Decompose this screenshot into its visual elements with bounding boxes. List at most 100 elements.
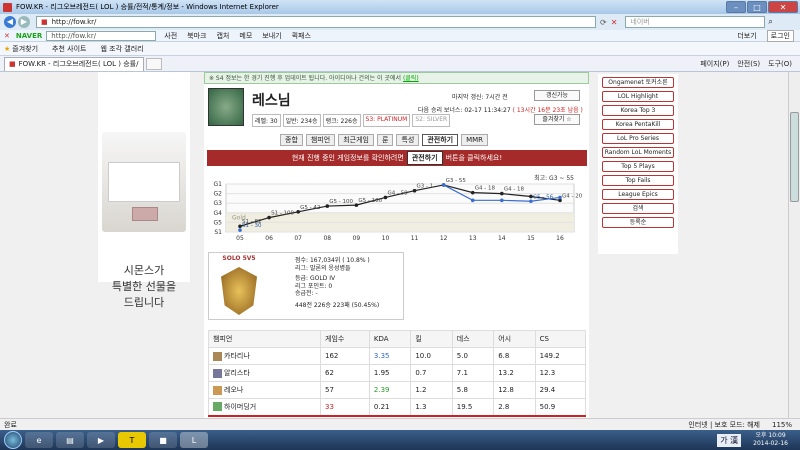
header-assists[interactable]: 어시 xyxy=(493,330,536,348)
nav-top5-plays[interactable]: Top 5 Plays xyxy=(602,161,674,172)
search-icon[interactable]: ⌕ xyxy=(768,17,772,27)
notice-bar: ※ S4 정보는 한 경기 진행 후 업데이트 됩니다. 아이디어나 건의는 이… xyxy=(204,72,589,84)
new-tab-button[interactable] xyxy=(146,57,162,70)
nav-korea-top3[interactable]: Korea Top 3 xyxy=(602,105,674,116)
tab-spectate[interactable]: 관전하기 xyxy=(422,134,459,146)
header-kills[interactable]: 킬 xyxy=(410,330,453,348)
safety-menu[interactable]: 안전(S) xyxy=(737,59,760,69)
login-button[interactable]: 로그인 xyxy=(766,29,794,42)
nav-register-order[interactable]: 등록순 xyxy=(602,217,674,228)
nav-league-epics[interactable]: League Epics xyxy=(602,189,674,200)
window-title: FOW.KR - 리그오브레전드( LOL ) 승률/전적/통계/정보 - Wi… xyxy=(16,3,279,11)
tab-recent-games[interactable]: 최근게임 xyxy=(338,134,374,146)
nav-search[interactable]: 검색 xyxy=(602,203,674,214)
maximize-button[interactable]: □ xyxy=(747,1,767,13)
champion-icon xyxy=(213,402,222,412)
memo-button[interactable]: 메모 xyxy=(239,31,252,41)
chart-data-label: G5 - 56 xyxy=(533,194,554,200)
more-button[interactable]: 더보기 xyxy=(737,31,756,41)
dict-button[interactable]: 사전 xyxy=(164,31,177,41)
bookmark-button[interactable]: 북마크 xyxy=(187,31,206,41)
favorite-button[interactable]: 즐겨찾기 ☆ xyxy=(534,114,580,125)
back-icon[interactable]: ◀ xyxy=(4,16,16,28)
capture-button[interactable]: 캡처 xyxy=(216,31,229,41)
zone-text: 인터넷 | 보호 모드: 해제 xyxy=(688,420,760,429)
chart-data-point xyxy=(470,198,475,203)
nav-random-moments[interactable]: Random LoL Moments xyxy=(602,147,674,158)
send-button[interactable]: 보내기 xyxy=(262,31,281,41)
address-bar: ◀ ▶ ■ http://fow.kr/ ⟳ ✕ 네이버 ⌕ xyxy=(0,14,800,30)
header-deaths[interactable]: 데스 xyxy=(451,330,495,348)
ie-taskbar-icon[interactable]: e xyxy=(25,432,53,448)
search-input[interactable]: 네이버 xyxy=(625,16,766,28)
table-row[interactable]: 하이머딩거 33 0.21 1.3 19.5 2.8 50.9 xyxy=(208,398,587,416)
chart-x-tick-label: 07 xyxy=(294,235,302,242)
tools-menu[interactable]: 도구(O) xyxy=(768,59,792,69)
header-games[interactable]: 게임수 xyxy=(320,330,370,348)
nav-lol-highlight[interactable]: LOL Highlight xyxy=(602,91,674,102)
tab-masteries[interactable]: 특성 xyxy=(396,134,420,146)
nav-korea-pentakill[interactable]: Korea PentaKill xyxy=(602,119,674,130)
explorer-taskbar-icon[interactable]: ▤ xyxy=(56,432,84,448)
rank-history-chart: GoldG1G2G3G4G5S105 06 07 08 09 10 11 12 13 14 15 16… xyxy=(214,174,583,242)
ad-line-1: 시몬스가 xyxy=(123,264,165,277)
table-row[interactable]: 알리스타 62 1.95 0.7 7.1 13.2 12.3 xyxy=(208,364,587,382)
naver-search-input[interactable]: http://fow.kr/ xyxy=(46,30,157,41)
chart-x-tick-label: 13 xyxy=(469,235,477,242)
lol-taskbar-icon[interactable]: L xyxy=(180,432,208,448)
scrollbar-thumb[interactable] xyxy=(790,112,799,202)
s3-tier: S3: PLATINUM xyxy=(362,114,411,127)
star-icon: ★ xyxy=(4,44,11,53)
ad-line-3: 드립니다 xyxy=(123,296,165,309)
table-row[interactable]: 카타리나 162 3.35 10.0 5.0 6.8 149.2 xyxy=(208,347,587,365)
league-points: 리그 포인트: 0 xyxy=(295,282,333,290)
zoom-level[interactable]: 115% xyxy=(772,421,792,429)
notice-link[interactable]: (클릭) xyxy=(403,75,419,82)
tab-fow[interactable]: ■ FOW.KR - 리그오브레전드( LOL ) 승률/전적/통... xyxy=(4,56,144,71)
ad-banner[interactable]: 시몬스가 특별한 선물을 드립니다 xyxy=(98,72,190,309)
spectate-banner: 현재 진행 중인 게임정보를 확인하려면 관전하기 버튼을 클릭하세요! xyxy=(207,150,587,166)
web-slice-gallery-link[interactable]: 웹 조각 갤러리 xyxy=(100,44,143,54)
close-button[interactable]: ✕ xyxy=(768,1,798,13)
nav-ongamenet[interactable]: Ongamenet 토커소른 xyxy=(602,77,674,88)
champion-icon xyxy=(213,385,222,395)
last-update: 마지막 갱신: 7시간 전 xyxy=(452,94,508,101)
refresh-icon[interactable]: ⟳ xyxy=(600,18,607,27)
clock[interactable]: 오후 10:09 2014-02-16 xyxy=(753,432,788,448)
profile-panel: ※ S4 정보는 한 경기 진행 후 업데이트 됩니다. 아이디어나 건의는 이… xyxy=(204,72,589,418)
app-taskbar-icon[interactable]: ■ xyxy=(149,432,177,448)
tab-mmr[interactable]: MMR xyxy=(461,134,489,146)
chart-data-point xyxy=(500,198,504,203)
fastpass-button[interactable]: 퀵패스 xyxy=(292,31,311,41)
header-champion[interactable]: 챔피언 xyxy=(208,330,321,348)
start-button[interactable] xyxy=(4,431,22,449)
nav-lol-pro-series[interactable]: LoL Pro Series xyxy=(602,133,674,144)
page-menu[interactable]: 페이지(P) xyxy=(700,59,729,69)
nav-top-fails[interactable]: Top Fails xyxy=(602,175,674,186)
stop-icon[interactable]: ✕ xyxy=(611,18,618,27)
spectate-button[interactable]: 관전하기 xyxy=(406,151,443,165)
close-toolbar-icon[interactable]: ✕ xyxy=(4,32,10,40)
chart-data-label: S1 - 100 xyxy=(271,211,294,217)
media-taskbar-icon[interactable]: ▶ xyxy=(87,432,115,448)
chart-data-label: G4 - 20 xyxy=(562,193,583,199)
tab-runes[interactable]: 룬 xyxy=(376,134,394,146)
promo-series: 승급전: - xyxy=(295,290,318,297)
kakaotalk-taskbar-icon[interactable]: T xyxy=(118,432,146,448)
tab-overview[interactable]: 종합 xyxy=(280,134,303,146)
header-kda[interactable]: KDA xyxy=(368,330,412,348)
tab-champions[interactable]: 챔피언 xyxy=(305,134,336,146)
tier-points: 점수: 167,034위 ( 10.8% ) xyxy=(295,257,370,264)
vertical-scrollbar[interactable] xyxy=(788,72,800,418)
table-row[interactable]: 레오나 57 2.39 1.2 5.8 12.8 29.4 xyxy=(208,381,587,399)
refresh-profile-button[interactable]: 갱신가능 xyxy=(534,90,580,101)
mattress-image xyxy=(102,132,186,232)
rank-stat: 랭크: 226승 xyxy=(322,114,361,127)
favorites-button[interactable]: 즐겨찾기 xyxy=(12,44,38,54)
suggested-sites-link[interactable]: 추천 사이트 xyxy=(52,44,86,54)
header-cs[interactable]: CS xyxy=(534,330,587,348)
minimize-button[interactable]: – xyxy=(726,1,746,13)
ime-indicator[interactable]: 가 漢 xyxy=(717,433,742,447)
url-input[interactable]: ■ http://fow.kr/ xyxy=(36,16,596,28)
forward-icon[interactable]: ▶ xyxy=(18,16,30,28)
